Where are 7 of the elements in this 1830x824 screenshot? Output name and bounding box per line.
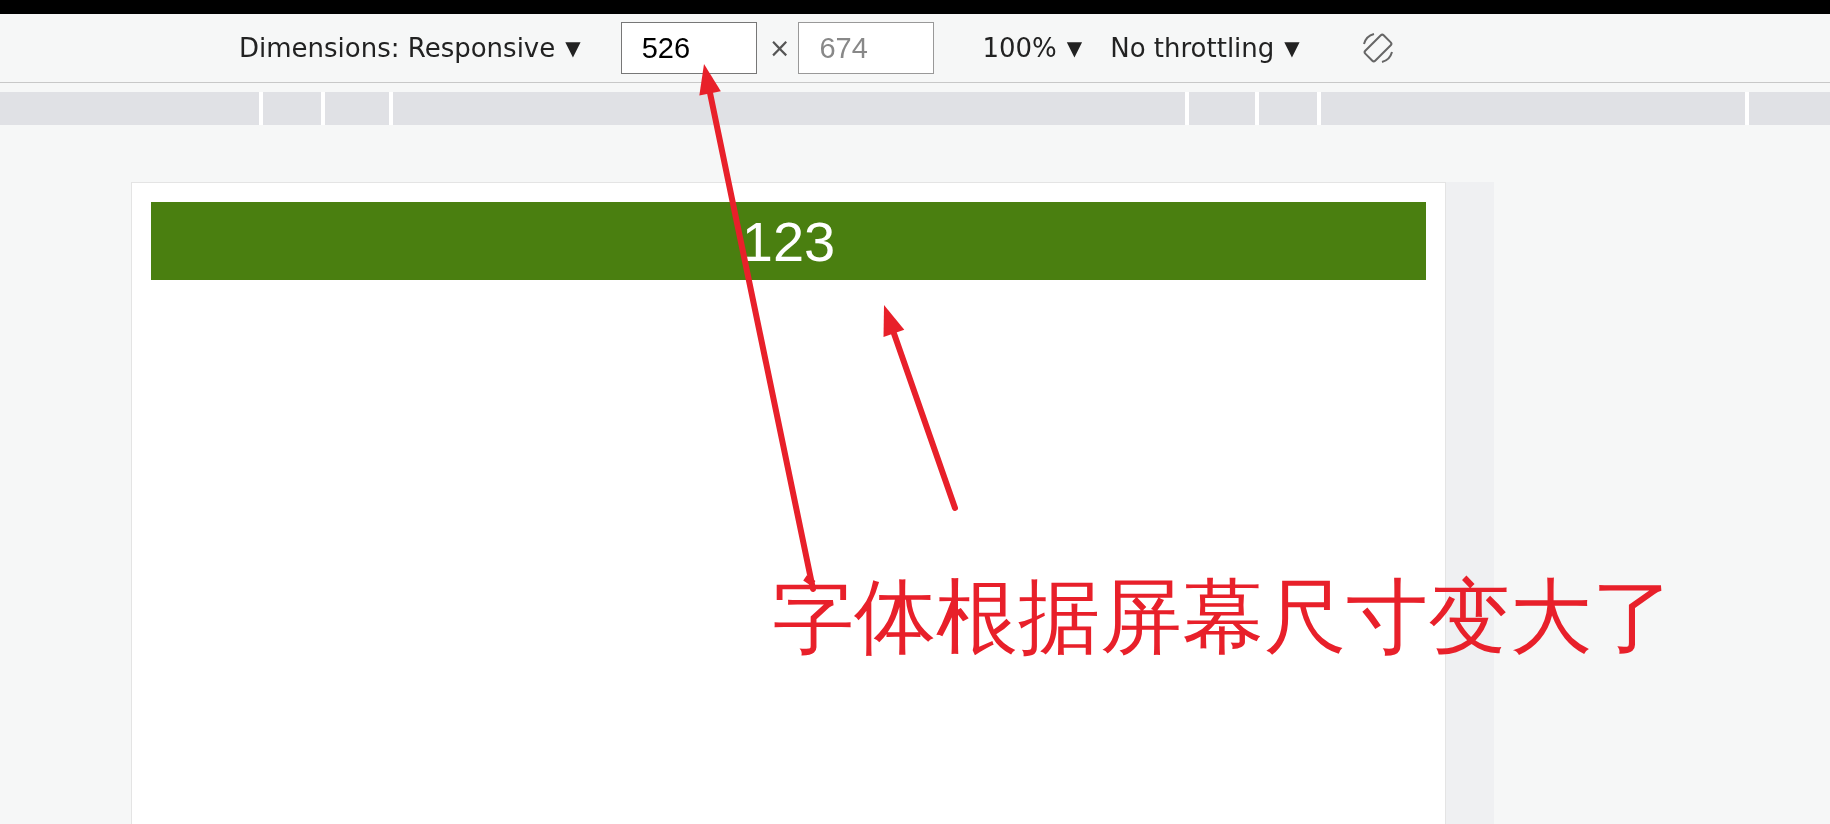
dimensions-dropdown[interactable]: Dimensions: Responsive ▼ — [239, 33, 581, 63]
page-banner: 123 — [151, 202, 1426, 280]
zoom-dropdown[interactable]: 100% ▼ — [982, 33, 1083, 63]
annotation-text: 字体根据屏幕尺寸变大了 — [772, 572, 1674, 663]
throttling-dropdown[interactable]: No throttling ▼ — [1110, 33, 1300, 63]
width-field[interactable]: 526 — [620, 22, 757, 74]
times-sign: × — [768, 33, 791, 63]
